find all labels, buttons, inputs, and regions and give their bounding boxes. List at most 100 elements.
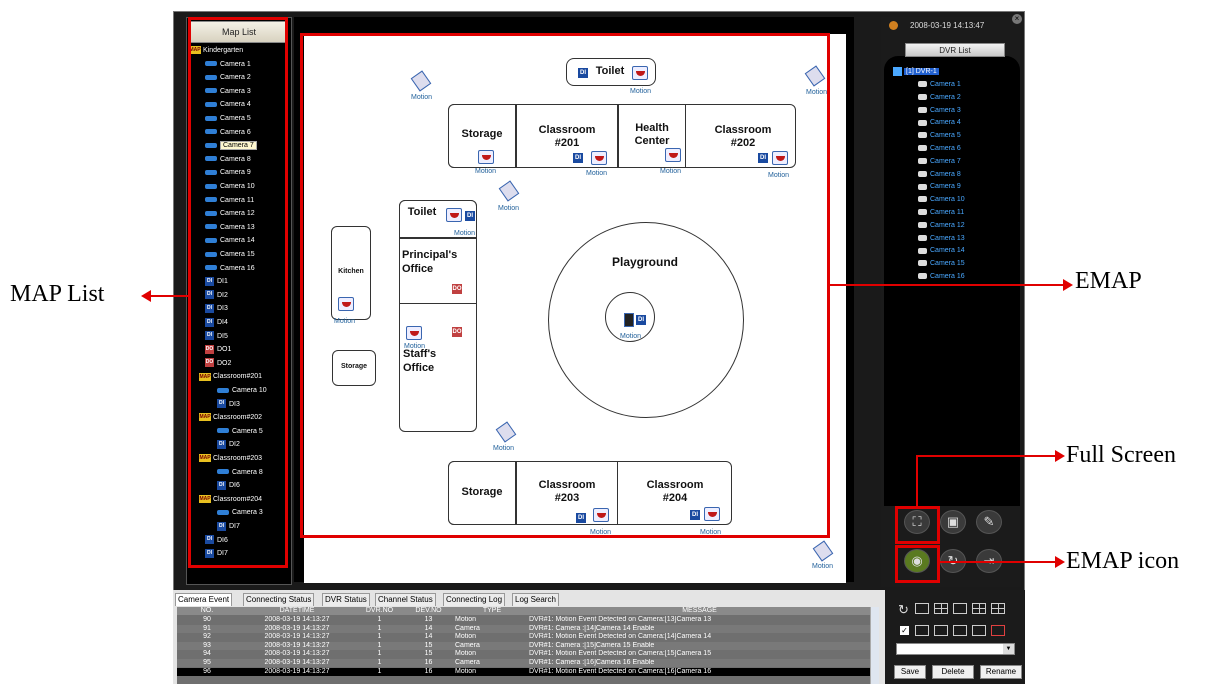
log-cell: DVR#1: Motion Event Detected on Camera:[… [529,616,712,623]
rename-button[interactable]: Rename [980,665,1022,679]
snapshot-button[interactable]: ▣ [940,510,966,534]
dvr-camera-label: Camera 7 [930,157,961,165]
dvr-root-label: [1] DVR-1 [904,68,939,76]
log-cell: 2008-03-19 14:13:27 [264,650,330,658]
log-cell: 2008-03-19 14:13:27 [264,667,330,675]
dvr-camera-item[interactable]: Camera 9 [918,183,961,190]
log-cell: 95 [203,659,211,666]
dvr-camera-label: Camera 5 [930,132,961,140]
log-cell: Motion [455,633,477,641]
layout-select[interactable]: ▼ [896,643,1015,655]
log-cell: DVR#1: Camera :[16]Camera 16 Enable [529,659,655,666]
dvr-camera-item[interactable]: Camera 2 [918,94,961,101]
layout-1-icon[interactable] [915,603,929,614]
layout-16-icon[interactable] [953,625,967,636]
dvr-root-item[interactable]: [1] DVR-1 [893,67,939,76]
motion-label: Motion [812,563,834,570]
layout-4-icon[interactable] [934,603,948,614]
log-row[interactable]: 96 2008-03-19 14:13:27 1 16 Motion DVR#1: Mot… [177,667,870,676]
tab-log-search[interactable]: Log Search [512,593,559,606]
camera-icon [918,260,927,267]
dvr-camera-label: Camera 11 [930,209,965,216]
log-row[interactable]: 91 2008-03-19 14:13:27 1 14 Camera DVR#1: Cam… [177,624,870,633]
log-column-header[interactable]: NO. [177,607,237,615]
dvr-camera-item[interactable]: Camera 13 [918,235,965,242]
layout-9-icon[interactable] [991,603,1005,614]
rotate-icon[interactable]: ↻ [898,602,909,618]
dvr-camera-label: Camera 1 [930,81,961,88]
tab-connecting-status[interactable]: Connecting Status [243,593,315,606]
log-row[interactable]: 94 2008-03-19 14:13:27 1 15 Motion DVR#1: Mot… [177,650,870,658]
emap-arrow-line [829,284,1065,286]
dvr-camera-item[interactable]: Camera 1 [918,81,961,88]
log-row[interactable]: 90 2008-03-19 14:13:27 1 13 Motion DVR#1: Mot… [177,616,870,624]
full-screen-arrow-head [1055,450,1065,462]
emap-icon-arrow-head [1055,556,1065,568]
log-column-header[interactable]: DVR.NO [357,607,402,615]
dvr-camera-item[interactable]: Camera 3 [918,107,961,114]
layout-25-icon[interactable] [991,625,1005,636]
dvr-camera-item[interactable]: Camera 15 [918,260,965,267]
camera-icon [918,145,927,152]
camera-icon [918,196,927,203]
dvr-camera-item[interactable]: Camera 8 [918,171,961,178]
log-cell: Camera [455,641,480,649]
layout-13-icon[interactable] [934,625,948,636]
dvr-camera-label: Camera 16 [930,273,965,280]
delete-button[interactable]: Delete [932,665,974,679]
log-cell: 90 [203,616,211,623]
dvr-camera-item[interactable]: Camera 11 [918,209,964,216]
camera-icon [918,183,927,190]
chevron-down-icon[interactable]: ▼ [1003,644,1014,654]
auto-cycle-checkbox[interactable]: ✓ [900,626,909,635]
camera-icon [918,81,927,88]
log-cell: 1 [377,641,382,649]
layout-10-icon[interactable] [915,625,929,636]
datetime-display: 2008-03-19 14:13:47 [910,21,985,30]
camera-icon [918,273,927,280]
close-icon[interactable]: × [1012,14,1022,24]
log-cell: DVR#1: Camera :[14]Camera 14 Enable [529,624,655,632]
tab-camera-event[interactable]: Camera Event [175,593,233,606]
tab-dvr-status[interactable]: DVR Status [322,593,370,606]
event-log-table: NO. DATETIME DVR.NO DEV.NO TYPE MESSAGE 90 2008… [177,607,870,684]
dvr-camera-label: Camera 12 [930,221,965,229]
tab-connecting-log[interactable]: Connecting Log [443,593,506,606]
full-screen-arrow-v [916,455,918,507]
save-button[interactable]: Save [894,665,926,679]
log-scrollbar[interactable] [870,607,879,684]
dvr-camera-item[interactable]: Camera 12 [918,222,965,229]
emap-callout: EMAP [1075,268,1142,294]
log-cell: Motion [455,616,477,623]
log-row[interactable]: 95 2008-03-19 14:13:27 1 16 Camera DVR#1: Cam… [177,659,870,667]
log-row[interactable]: 92 2008-03-19 14:13:27 1 14 Motion DVR#1: Mot… [177,633,870,641]
log-column-header[interactable]: DEV.NO [402,607,455,615]
log-cell: DVR#1: Camera :[15]Camera 15 Enable [529,641,655,649]
layout-6-icon[interactable] [953,603,967,614]
log-column-header[interactable]: DATETIME [237,607,357,615]
tab-channel-status[interactable]: Channel Status [375,593,436,606]
layout-8-icon[interactable] [972,603,986,614]
log-column-header[interactable]: MESSAGE [529,607,870,615]
camera-icon [918,93,927,100]
emap-arrow-head [1063,279,1073,291]
dvr-camera-item[interactable]: Camera 16 [918,273,965,280]
layout-20-icon[interactable] [972,625,986,636]
log-column-header[interactable]: TYPE [455,607,529,615]
dvr-camera-label: Camera 15 [930,260,965,268]
dvr-camera-item[interactable]: Camera 5 [918,132,961,139]
dvr-camera-item[interactable]: Camera 7 [918,158,961,165]
dvr-camera-label: Camera 14 [930,247,965,255]
dvr-camera-label: Camera 8 [930,170,961,178]
dvr-camera-item[interactable]: Camera 10 [918,196,965,203]
log-cell: 1 [377,633,382,641]
dvr-camera-item[interactable]: Camera 6 [918,145,961,152]
log-cell: Motion [455,667,477,675]
dvr-camera-item[interactable]: Camera 4 [918,119,961,126]
settings-button[interactable]: ✎ [976,510,1002,534]
log-cell: 2008-03-19 14:13:27 [264,659,330,666]
dvr-camera-item[interactable]: Camera 14 [918,247,965,254]
camera-icon [918,234,927,241]
log-cell: 1 [377,667,382,675]
log-row[interactable]: 93 2008-03-19 14:13:27 1 15 Camera DVR#1: Cam… [177,641,870,650]
